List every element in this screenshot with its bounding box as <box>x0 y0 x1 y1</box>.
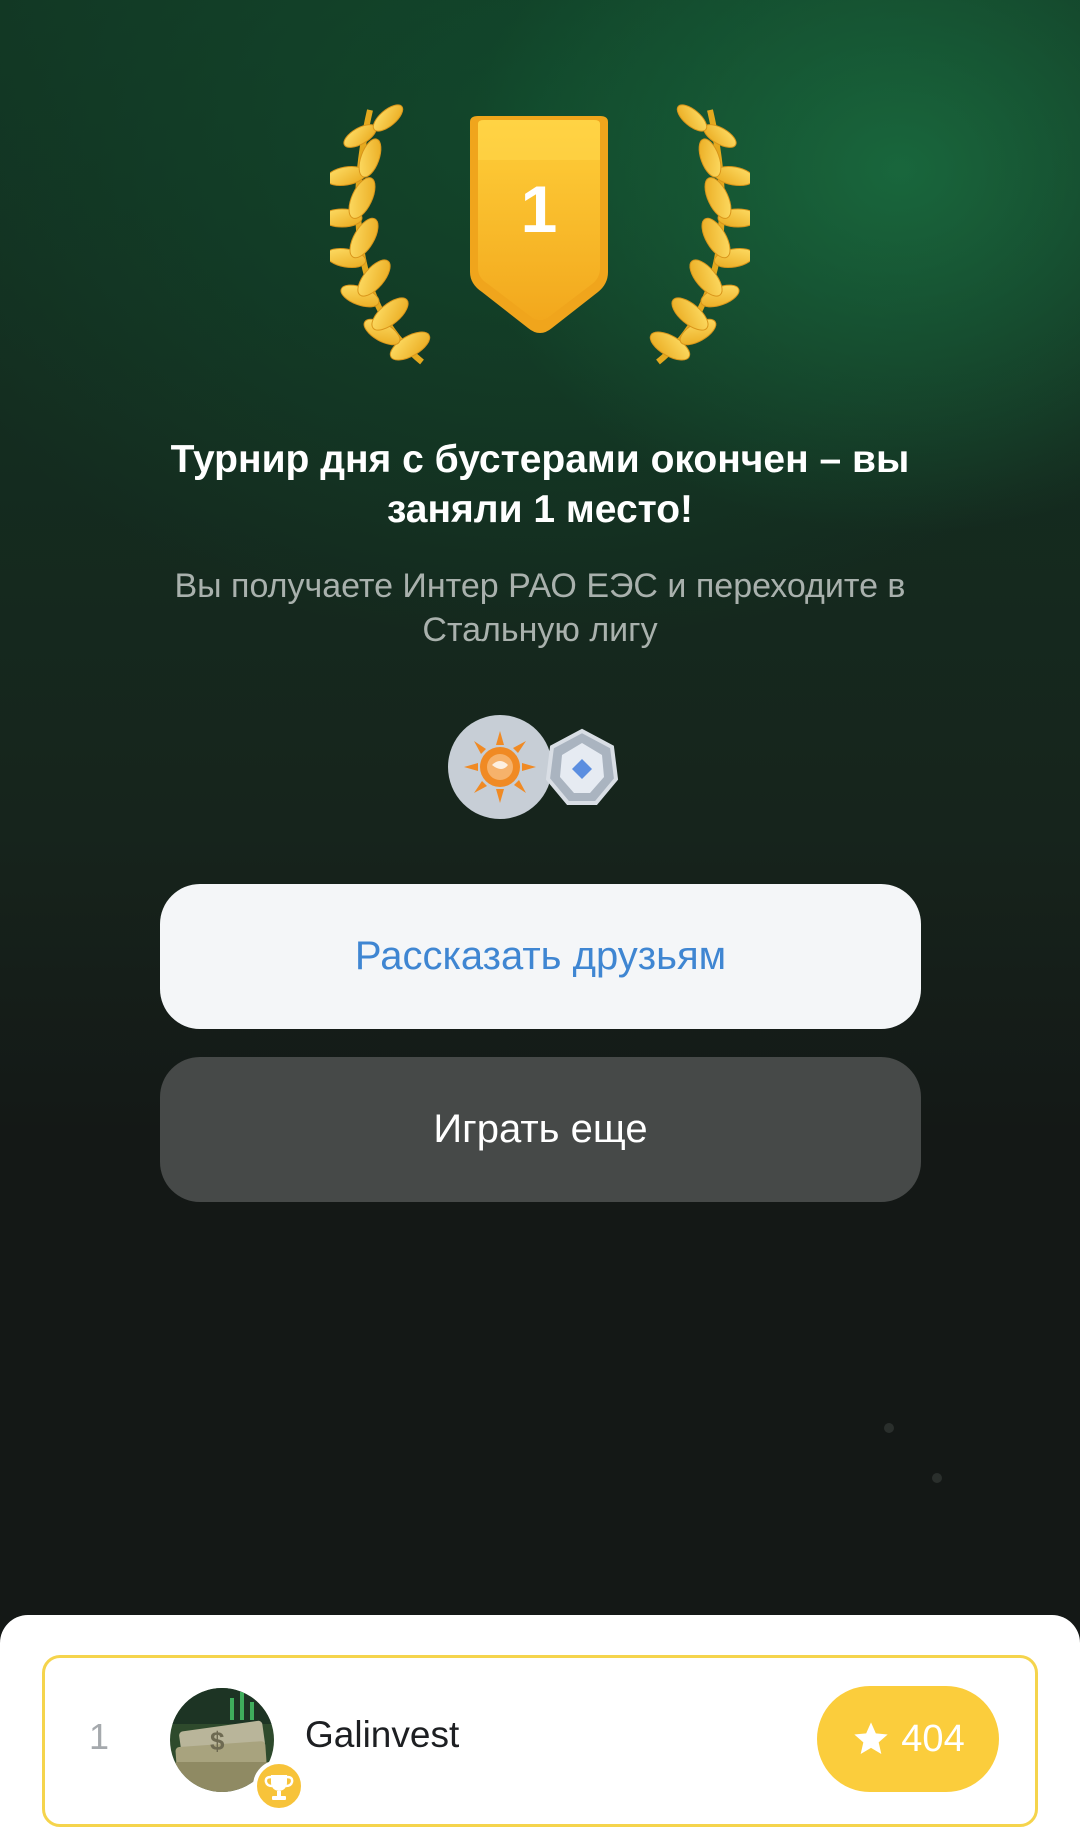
result-subtitle: Вы получаете Интер РАО ЕЭС и переходите … <box>174 567 906 649</box>
username: Galinvest <box>305 1714 460 1755</box>
laurel-wreath-icon: 1 <box>321 104 759 365</box>
rank-number: 1 <box>89 1716 110 1757</box>
trophy-icon <box>253 1760 305 1812</box>
steel-league-badge-icon <box>545 728 619 805</box>
play-again-button[interactable]: Играть еще <box>160 1057 921 1202</box>
leaderboard-row[interactable]: 1 $ Galinvest 404 <box>42 1655 1038 1827</box>
score-pill: 404 <box>817 1686 999 1792</box>
place-number: 1 <box>521 172 558 246</box>
decorative-dot <box>932 1473 942 1483</box>
rewards <box>446 713 626 821</box>
star-icon <box>854 1722 888 1754</box>
share-with-friends-button[interactable]: Рассказать друзьям <box>160 884 921 1029</box>
decorative-dot <box>884 1423 894 1433</box>
score-value: 404 <box>901 1717 965 1760</box>
place-badge: 1 <box>321 100 759 380</box>
svg-text:$: $ <box>210 1726 225 1756</box>
result-title: Турнир дня с бустерами окончен – вы заня… <box>170 438 910 531</box>
inter-rao-logo-icon <box>448 715 552 819</box>
